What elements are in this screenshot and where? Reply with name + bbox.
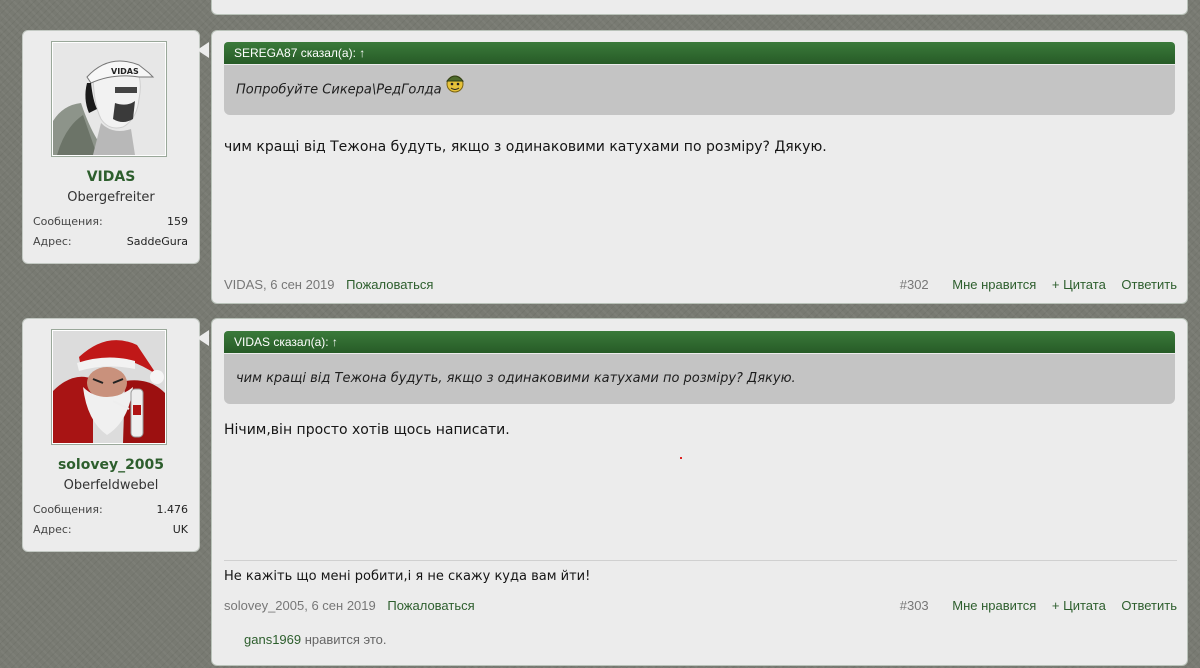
liker-link[interactable]: gans1969 bbox=[244, 632, 301, 647]
stat-address-value: SaddeGura bbox=[126, 235, 188, 248]
post-meta: solovey_2005, 6 сен 2019 Пожаловаться #3… bbox=[224, 598, 1177, 616]
quote-header-text[interactable]: VIDAS сказал(а): ↑ bbox=[234, 335, 338, 349]
quote-header-text[interactable]: SEREGA87 сказал(а): ↑ bbox=[234, 46, 365, 60]
card-pointer bbox=[197, 330, 209, 346]
post-number[interactable]: #302 bbox=[900, 277, 929, 292]
post-302: SEREGA87 сказал(а): ↑ Попробуйте Сикера\… bbox=[211, 30, 1188, 304]
stat-messages-label: Сообщения: bbox=[33, 503, 103, 516]
likes-text: нравится это. bbox=[301, 632, 387, 647]
stat-address-label: Адрес: bbox=[33, 235, 72, 248]
user-card-vidas: VIDAS VIDAS Obergefreiter Сообщения: 159… bbox=[22, 30, 200, 264]
quote-text: чим кращі від Тежона будуть, якщо з один… bbox=[236, 371, 796, 386]
stat-messages-label: Сообщения: bbox=[33, 215, 103, 228]
quote-link[interactable]: + Цитата bbox=[1052, 598, 1106, 613]
quote-header[interactable]: SEREGA87 сказал(а): ↑ bbox=[224, 42, 1175, 64]
soldier-smiley-icon bbox=[444, 65, 466, 115]
stat-address: Адрес: UK bbox=[33, 523, 188, 536]
username[interactable]: VIDAS bbox=[23, 169, 199, 185]
like-link[interactable]: Мне нравится bbox=[952, 277, 1036, 292]
signature: Не кажіть що мені робити,і я не скажу ку… bbox=[224, 569, 591, 584]
stat-messages: Сообщения: 159 bbox=[33, 215, 188, 228]
post-actions: #303 Мне нравится + Цитата Ответить bbox=[900, 598, 1177, 613]
author-date[interactable]: VIDAS, 6 сен 2019 bbox=[224, 277, 335, 292]
reply-link[interactable]: Ответить bbox=[1121, 277, 1177, 292]
reply-link[interactable]: Ответить bbox=[1121, 598, 1177, 613]
quote-body: Попробуйте Сикера\РедГолда bbox=[224, 65, 1175, 115]
author-date[interactable]: solovey_2005, 6 сен 2019 bbox=[224, 598, 376, 613]
avatar[interactable] bbox=[51, 329, 167, 445]
post-303: VIDAS сказал(а): ↑ чим кращі від Тежона … bbox=[211, 318, 1188, 666]
stat-messages: Сообщения: 1.476 bbox=[33, 503, 188, 516]
post-number[interactable]: #303 bbox=[900, 598, 929, 613]
quote-body: чим кращі від Тежона будуть, якщо з один… bbox=[224, 354, 1175, 404]
avatar-santa-image bbox=[53, 331, 165, 443]
quote-link[interactable]: + Цитата bbox=[1052, 277, 1106, 292]
like-link[interactable]: Мне нравится bbox=[952, 598, 1036, 613]
post-body: Нічим,він просто хотів щось написати. bbox=[224, 422, 510, 438]
quote-header[interactable]: VIDAS сказал(а): ↑ bbox=[224, 331, 1175, 353]
likes-summary: gans1969 нравится это. bbox=[244, 632, 387, 647]
stat-messages-value: 1.476 bbox=[156, 503, 189, 516]
post-meta: VIDAS, 6 сен 2019 Пожаловаться #302 Мне … bbox=[224, 277, 1177, 295]
user-card-solovey: solovey_2005 Oberfeldwebel Сообщения: 1.… bbox=[22, 318, 200, 552]
signature-divider bbox=[224, 560, 1177, 561]
stat-address-value: UK bbox=[172, 523, 188, 536]
user-rank: Obergefreiter bbox=[67, 190, 155, 205]
report-link[interactable]: Пожаловаться bbox=[346, 277, 433, 292]
stat-messages-value: 159 bbox=[167, 215, 188, 228]
username[interactable]: solovey_2005 bbox=[23, 457, 199, 473]
svg-text:VIDAS: VIDAS bbox=[111, 67, 139, 76]
post-actions: #302 Мне нравится + Цитата Ответить bbox=[900, 277, 1177, 292]
user-rank: Oberfeldwebel bbox=[63, 478, 159, 493]
avatar-vidas-image: VIDAS bbox=[53, 43, 165, 155]
previous-post-bottom bbox=[211, 0, 1188, 15]
red-dot bbox=[680, 457, 682, 459]
stat-address-label: Адрес: bbox=[33, 523, 72, 536]
stat-address: Адрес: SaddeGura bbox=[33, 235, 188, 248]
quote-text: Попробуйте Сикера\РедГолда bbox=[236, 82, 442, 98]
post-body: чим кращі від Тежона будуть, якщо з один… bbox=[224, 139, 827, 155]
report-link[interactable]: Пожаловаться bbox=[387, 598, 474, 613]
card-pointer bbox=[197, 42, 209, 58]
avatar[interactable]: VIDAS bbox=[51, 41, 167, 157]
